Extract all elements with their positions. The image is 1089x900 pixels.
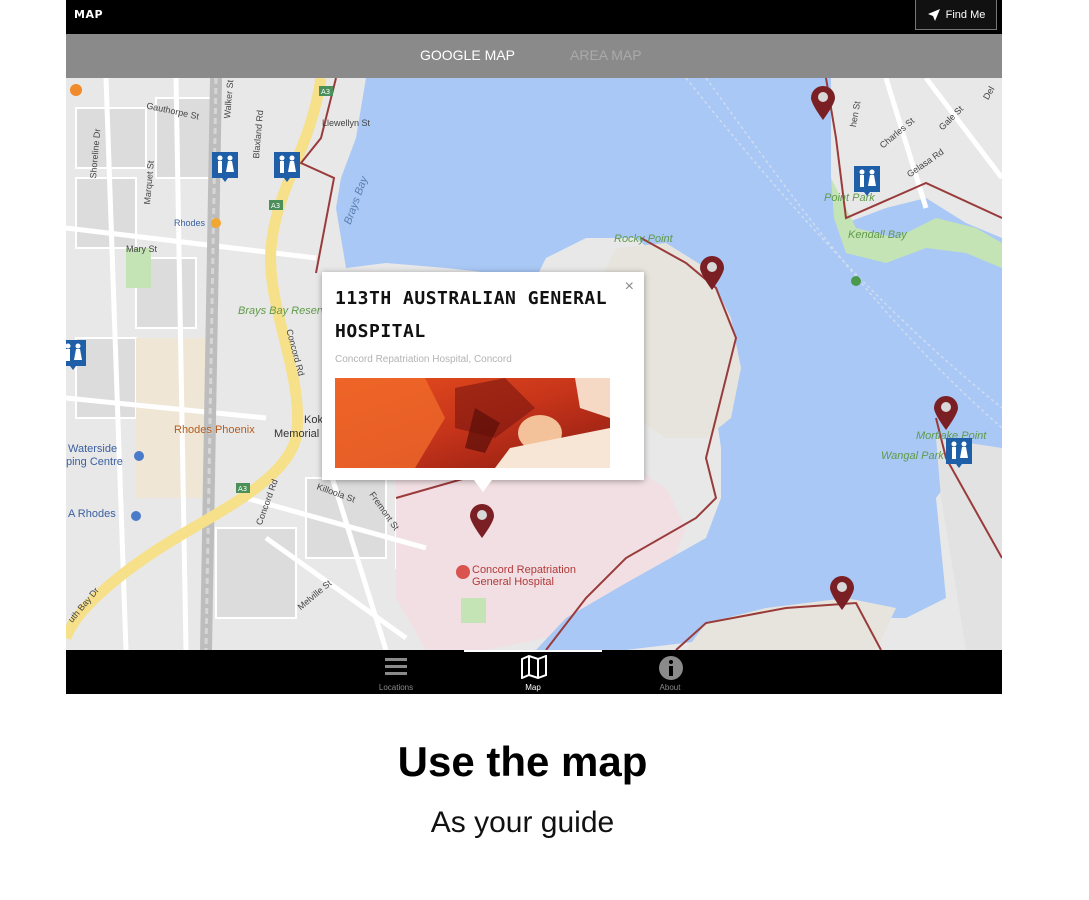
caption-subline: As your guide xyxy=(430,806,615,839)
nav-locations-label: Locations xyxy=(378,683,414,692)
popup-pointer xyxy=(474,480,492,492)
nav-about-label: About xyxy=(659,683,681,692)
map-pin-icon xyxy=(700,256,724,290)
street-llewellyn: Llewellyn St xyxy=(322,118,371,128)
street-mary: Mary St xyxy=(126,244,158,254)
find-me-label: Find Me xyxy=(945,8,986,21)
svg-text:A3: A3 xyxy=(271,202,280,210)
toilet-marker[interactable] xyxy=(854,166,880,196)
toilet-marker[interactable] xyxy=(946,438,972,468)
location-pin[interactable] xyxy=(830,576,854,610)
toilet-icon xyxy=(212,152,238,182)
map-label-shopping-centre: ping Centre xyxy=(66,456,123,468)
toilet-marker[interactable] xyxy=(66,340,86,370)
historic-photo-image xyxy=(335,378,610,468)
svg-text:A3: A3 xyxy=(238,485,247,493)
map-label-kendall-bay: Kendall Bay xyxy=(848,229,907,241)
map-pin-icon xyxy=(934,396,958,430)
location-pin[interactable] xyxy=(811,86,835,120)
toilet-marker[interactable] xyxy=(212,152,238,182)
map-view[interactable]: A3 A3 A3 Brays Bay Rocky Point Kendall B… xyxy=(66,78,1002,650)
map-pin-icon xyxy=(811,86,835,120)
location-arrow-icon xyxy=(927,8,940,21)
toilet-marker[interactable] xyxy=(274,152,300,182)
map-label-brays-bay-reserve: Brays Bay Reserve xyxy=(238,305,333,317)
map-label-rocky-point: Rocky Point xyxy=(614,233,673,245)
toilet-icon xyxy=(946,438,972,468)
map-icon xyxy=(521,655,547,679)
map-label-hospital: Concord Repatriation General Hospital xyxy=(472,564,576,588)
popup-photo[interactable] xyxy=(335,378,610,468)
map-label-a-rhodes: A Rhodes xyxy=(68,508,116,520)
location-pin-selected[interactable] xyxy=(470,504,494,538)
popup-title-line2: HOSPITAL xyxy=(335,321,426,342)
location-pin[interactable] xyxy=(934,396,958,430)
tab-google-map[interactable]: GOOGLE MAP xyxy=(420,47,515,63)
map-label-kokoda: Kok xyxy=(304,414,323,426)
info-icon xyxy=(659,656,683,680)
toilet-icon xyxy=(854,166,880,196)
nav-map[interactable]: Map xyxy=(493,650,573,694)
popup-title: 113TH AUSTRALIAN GENERAL HOSPITAL xyxy=(335,282,615,348)
map-label-rhodes-station: Rhodes xyxy=(174,218,206,228)
menu-icon xyxy=(385,658,407,675)
svg-text:A3: A3 xyxy=(321,88,330,96)
map-tab-bar: GOOGLE MAP AREA MAP xyxy=(66,34,1002,78)
toilet-icon xyxy=(274,152,300,182)
bottom-nav-bar: Locations Map About xyxy=(66,650,1002,694)
location-pin[interactable] xyxy=(700,256,724,290)
hospital-icon xyxy=(456,565,470,579)
nav-locations[interactable]: Locations xyxy=(356,650,436,694)
close-popup-button[interactable]: × xyxy=(625,278,634,296)
map-label-waterside: Waterside xyxy=(68,443,118,455)
popup-title-line1: 113TH AUSTRALIAN GENERAL xyxy=(335,288,608,309)
map-pin-icon xyxy=(830,576,854,610)
tab-area-map[interactable]: AREA MAP xyxy=(570,47,642,63)
map-label-wangal-park: Wangal Park xyxy=(881,450,944,462)
find-me-button[interactable]: Find Me xyxy=(915,0,997,30)
page-title: MAP xyxy=(74,8,104,21)
map-label-rhodes-phoenix: Rhodes Phoenix xyxy=(174,424,255,436)
map-pin-icon xyxy=(470,504,494,538)
nav-about[interactable]: About xyxy=(630,650,710,694)
toilet-icon xyxy=(66,340,86,370)
caption-headline: Use the map xyxy=(397,738,648,785)
location-info-popup[interactable]: × 113TH AUSTRALIAN GENERAL HOSPITAL Conc… xyxy=(322,272,644,492)
nav-map-label: Map xyxy=(525,683,541,692)
popup-subtitle: Concord Repatriation Hospital, Concord xyxy=(335,354,512,365)
map-label-memorial: Memorial xyxy=(274,428,320,440)
top-bar: MAP Find Me xyxy=(66,0,1002,34)
app-screen: MAP Find Me GOOGLE MAP AREA MAP A3 A3 A3… xyxy=(66,0,1002,694)
